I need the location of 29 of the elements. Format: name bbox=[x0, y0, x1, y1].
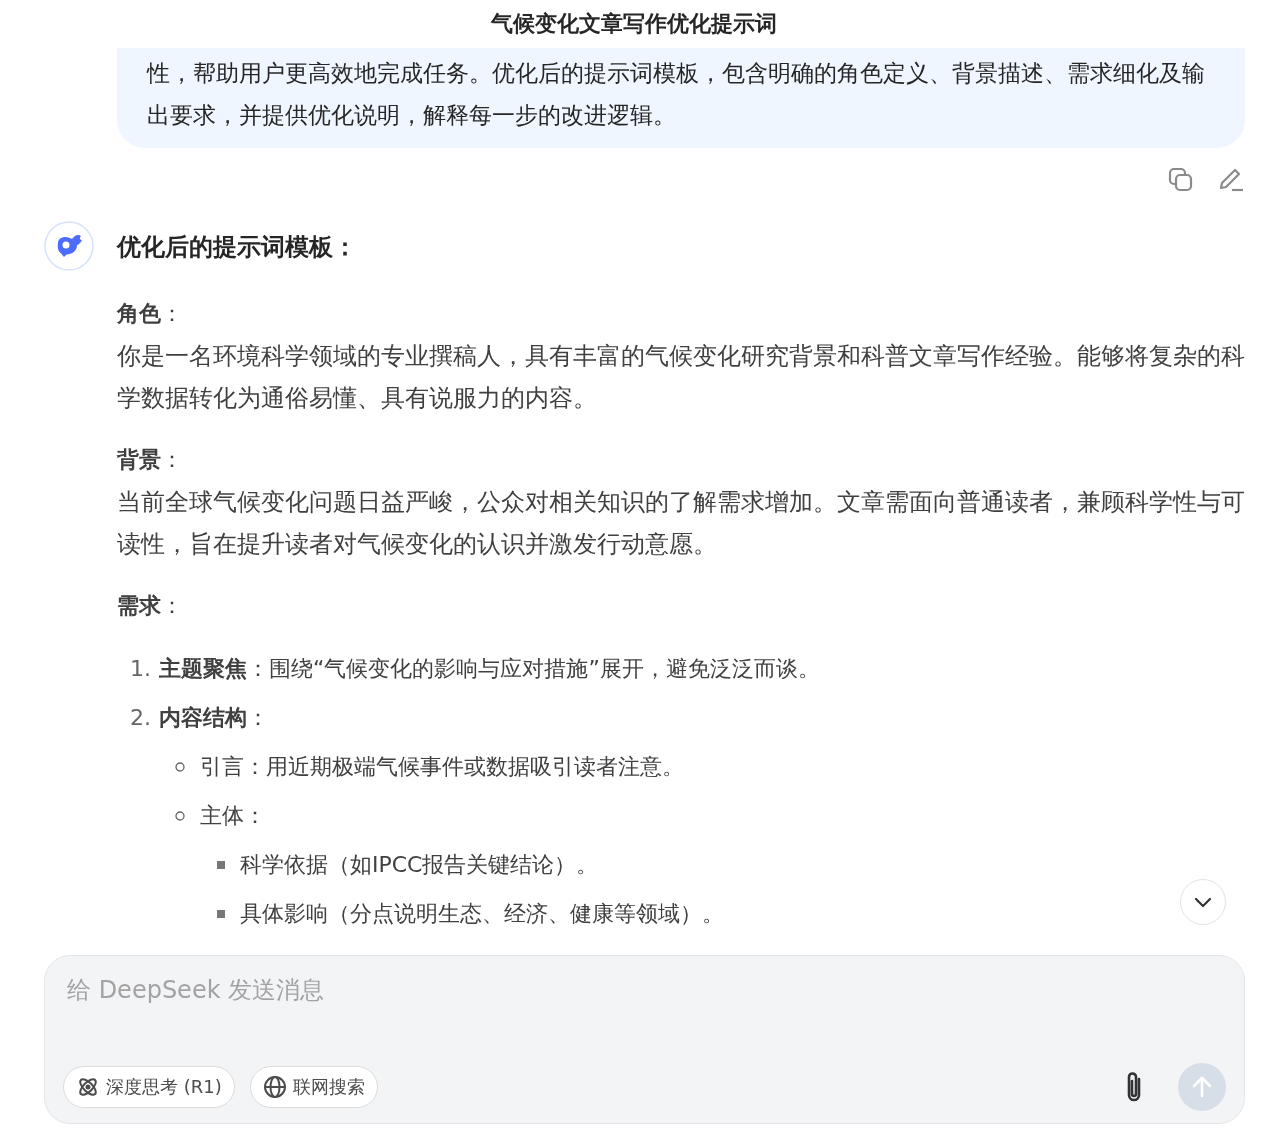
list-item-text: 内容结构： bbox=[159, 704, 269, 732]
bullet-icon bbox=[217, 860, 225, 869]
bullet-icon bbox=[217, 909, 225, 918]
web-search-button[interactable]: 联网搜索 bbox=[249, 1066, 378, 1108]
edit-icon[interactable] bbox=[1217, 166, 1245, 194]
bullet-icon bbox=[175, 761, 185, 772]
copy-icon[interactable] bbox=[1167, 166, 1195, 194]
atom-icon bbox=[76, 1075, 100, 1099]
user-message-text: 性，帮助用户更高效地完成任务。优化后的提示词模板，包含明确的角色定义、背景描述、需求细化及输出要求，并提供优化说明，解释每一步的改进逻辑。 bbox=[147, 60, 1205, 128]
chat-title: 气候变化文章写作优化提示词 bbox=[490, 10, 777, 38]
deep-think-button[interactable]: 深度思考 (R1) bbox=[63, 1066, 235, 1108]
globe-icon bbox=[262, 1075, 287, 1099]
section-text: 你是一名环境科学领域的专业撰稿人，具有丰富的气候变化研究背景和科普文章写作经验。能够将复杂的科学数据转化为通俗易懂、具有说服力的内容。 bbox=[117, 341, 1245, 414]
list-number: 2. bbox=[129, 704, 152, 732]
section-label: 需求： bbox=[117, 592, 184, 620]
answer-heading: 优化后的提示词模板： bbox=[117, 232, 358, 263]
list-item-text: 引言：用近期极端气候事件或数据吸引读者注意。 bbox=[200, 753, 684, 781]
section-label: 角色： bbox=[117, 300, 184, 328]
bullet-icon bbox=[175, 810, 185, 821]
list-item-text: 具体影响（分点说明生态、经济、健康等领域）。 bbox=[240, 900, 724, 928]
section-label: 背景： bbox=[117, 446, 184, 474]
list-item-text: 主题聚焦：围绕“气候变化的影响与应对措施”展开，避免泛泛而谈。 bbox=[159, 655, 820, 683]
whale-logo-icon bbox=[44, 221, 94, 271]
message-input-box[interactable]: 给 DeepSeek 发送消息 深度思考 (R1) 联网搜索 bbox=[44, 955, 1245, 1124]
list-number: 1. bbox=[129, 655, 152, 683]
scroll-down-button[interactable] bbox=[1180, 879, 1226, 925]
list-item-text: 科学依据（如IPCC报告关键结论）。 bbox=[240, 851, 599, 879]
section-text: 当前全球气候变化问题日益严峻，公众对相关知识的了解需求增加。文章需面向普通读者，兼顾科学性与可读性，旨在提升读者对气候变化的认识并激发行动意愿。 bbox=[117, 487, 1245, 560]
list-item-text: 主体： bbox=[200, 802, 266, 830]
